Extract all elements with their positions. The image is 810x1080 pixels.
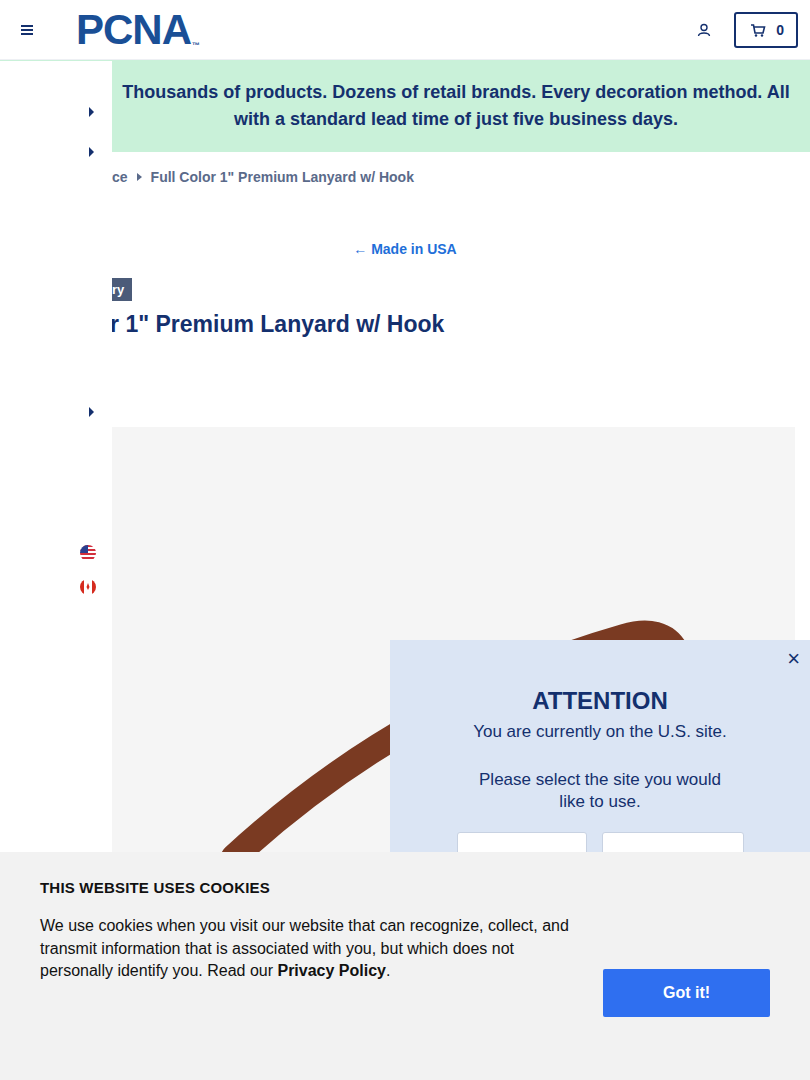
privacy-link[interactable]: Privacy Policy bbox=[277, 962, 386, 979]
cart-button[interactable]: 0 bbox=[734, 12, 798, 48]
menu-icon[interactable] bbox=[21, 24, 35, 36]
breadcrumb-item[interactable]: Full Color 1" Premium Lanyard w/ Hook bbox=[151, 169, 414, 185]
site-select-dialog: ×ATTENTIONYou are currently on the U.S. … bbox=[390, 640, 810, 880]
expand-arrow-icon[interactable] bbox=[89, 107, 94, 117]
user-icon[interactable] bbox=[697, 23, 711, 37]
logo[interactable]: PCNA™ bbox=[76, 10, 200, 50]
page: PCNA™ 0 Thousands of products. Dozens of r… bbox=[0, 0, 810, 1080]
cart-icon bbox=[750, 23, 766, 37]
back-link[interactable]: ← Made in USA bbox=[353, 241, 456, 257]
breadcrumb: ce Full Color 1" Premium Lanyard w/ Hook bbox=[112, 152, 810, 185]
product-title: or 1" Premium Lanyard w/ Hook bbox=[96, 310, 810, 338]
breadcrumb-separator-icon bbox=[137, 173, 142, 181]
expand-arrow-icon[interactable] bbox=[89, 407, 94, 417]
close-button[interactable]: × bbox=[787, 646, 800, 672]
promo-banner: Thousands of products. Dozens of retail … bbox=[0, 60, 810, 152]
breadcrumb-item[interactable]: ce bbox=[112, 169, 128, 185]
accept-cookies-button[interactable]: Got it! bbox=[603, 969, 770, 1017]
expand-arrow-icon[interactable] bbox=[89, 147, 94, 157]
canada-flag-icon[interactable] bbox=[80, 579, 96, 595]
cart-count: 0 bbox=[776, 22, 784, 38]
header: PCNA™ 0 bbox=[0, 0, 810, 60]
us-flag-icon[interactable] bbox=[80, 545, 96, 561]
side-menu bbox=[0, 61, 112, 852]
cookie-banner: THIS WEBSITE USES COOKIESWe use cookies … bbox=[0, 852, 810, 1080]
